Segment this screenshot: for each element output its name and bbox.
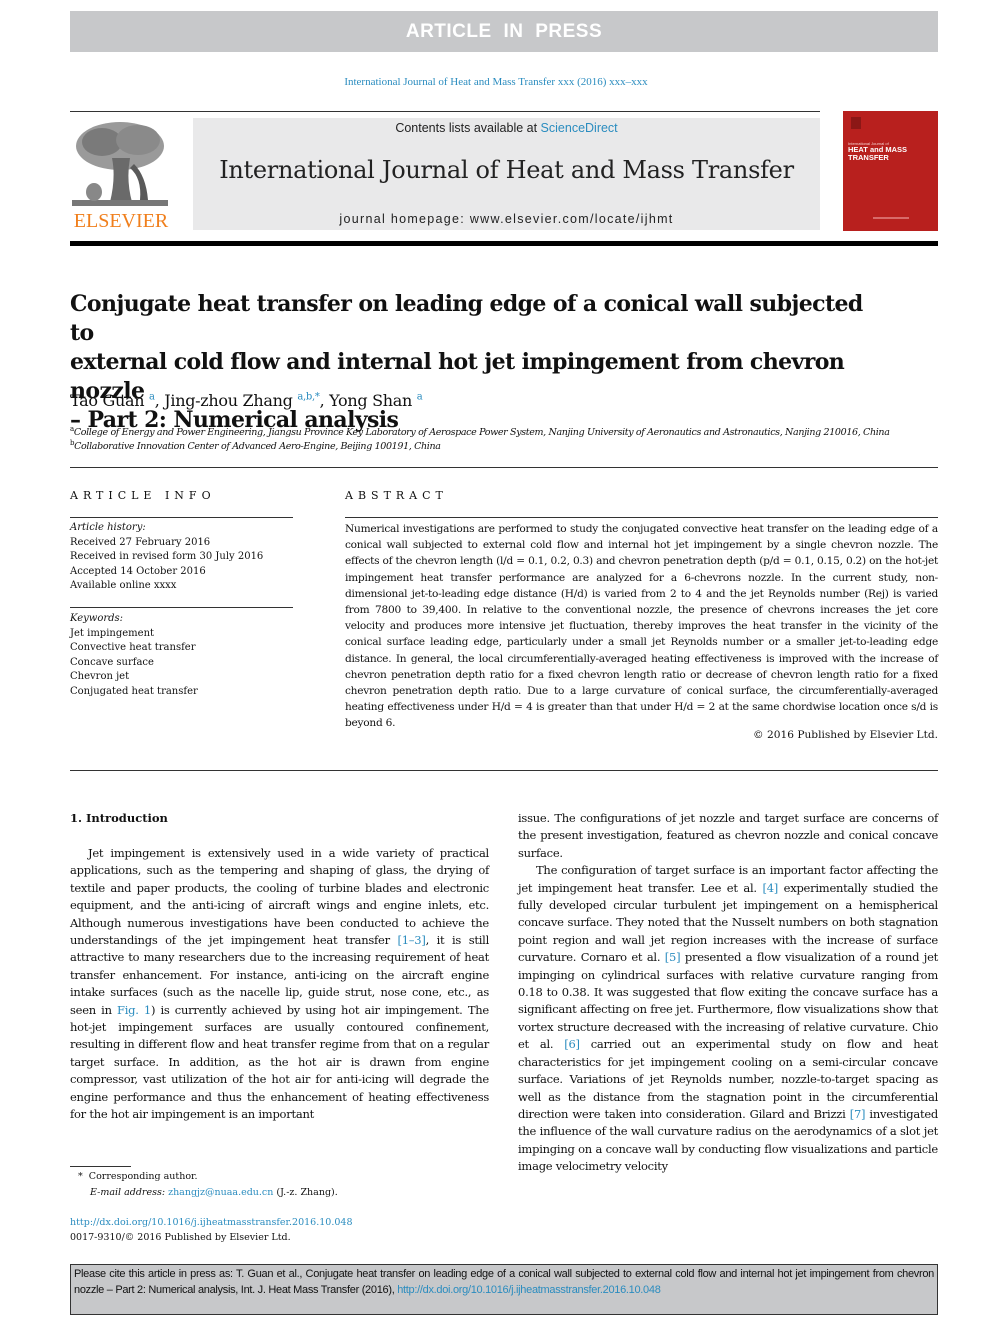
author-name[interactable]: Yong Shan <box>329 391 412 410</box>
intro-paragraph-1: Jet impingement is extensively used in a… <box>70 845 489 1124</box>
homepage-prefix: journal homepage: <box>339 212 470 226</box>
history-item: Available online xxxx <box>70 580 177 591</box>
keywords-divider <box>70 607 293 608</box>
author-name[interactable]: Tao Guan <box>70 391 145 410</box>
journal-reference-link[interactable]: International Journal of Heat and Mass T… <box>0 76 992 88</box>
abstract-copyright: © 2016 Published by Elsevier Ltd. <box>753 729 938 741</box>
history-item: Received 27 February 2016 <box>70 536 211 548</box>
citation-link[interactable]: [4] <box>762 881 778 895</box>
elsevier-logo[interactable]: ELSEVIER <box>70 118 172 232</box>
citation-link[interactable]: [5] <box>665 950 681 964</box>
keyword-item: Chevron jet <box>70 671 130 682</box>
issn-copyright: 0017-9310/© 2016 Published by Elsevier L… <box>70 1232 291 1243</box>
author-list: Tao Guan a, Jing-zhou Zhang a,b,*, Yong … <box>70 391 423 410</box>
journal-homepage: journal homepage: www.elsevier.com/locat… <box>193 212 820 226</box>
affiliation-a: aCollege of Energy and Power Engineering… <box>70 425 890 438</box>
cover-title: HEAT and MASS TRANSFER <box>848 146 907 162</box>
citation-link[interactable]: [1–3] <box>397 933 425 947</box>
abstract-bottom-divider <box>70 770 938 771</box>
intro-paragraph-2: The configuration of target surface is a… <box>518 862 938 1175</box>
affiliation-divider <box>70 467 938 468</box>
article-history-label: Article history: <box>70 522 146 533</box>
body-column-left: Jet impingement is extensively used in a… <box>70 845 489 1124</box>
contents-line: Contents lists available at ScienceDirec… <box>193 121 820 135</box>
homepage-url-link[interactable]: www.elsevier.com/locate/ijhmt <box>470 212 674 226</box>
affiliation-text: College of Energy and Power Engineering,… <box>73 427 890 439</box>
email-note: E-mail address: zhangjz@nuaa.edu.cn (J.-… <box>90 1187 338 1198</box>
author-affiliation-marker[interactable]: a,b,* <box>297 392 320 403</box>
article-info-divider <box>70 517 293 518</box>
sciencedirect-link[interactable]: ScienceDirect <box>541 121 618 135</box>
elsevier-wordmark: ELSEVIER <box>73 210 169 232</box>
keywords-block: Keywords: Jet impingement Convective hea… <box>70 612 198 699</box>
citation-link[interactable]: [7] <box>850 1107 866 1121</box>
affiliation-b: bCollaborative Innovation Center of Adva… <box>70 439 441 452</box>
footnote-star: * <box>78 1171 83 1182</box>
body-column-right: issue. The configurations of jet nozzle … <box>518 810 938 1176</box>
doi-link[interactable]: http://dx.doi.org/10.1016/j.ijheatmasstr… <box>70 1217 353 1228</box>
header-divider <box>70 111 820 112</box>
history-item: Received in revised form 30 July 2016 <box>70 551 264 562</box>
article-info-heading: ARTICLE INFO <box>70 489 216 502</box>
corresponding-author-note: * Corresponding author. <box>78 1171 198 1182</box>
author-name[interactable]: Jing-zhou Zhang <box>164 391 293 410</box>
keyword-item: Jet impingement <box>70 627 155 639</box>
keyword-item: Convective heat transfer <box>70 642 196 653</box>
figure-link[interactable]: Fig. 1 <box>117 1003 151 1017</box>
masthead-thick-divider <box>70 241 938 246</box>
email-label: E-mail address: <box>90 1187 166 1198</box>
abstract-heading: ABSTRACT <box>345 489 448 502</box>
keyword-item: Concave surface <box>70 656 154 668</box>
journal-title: International Journal of Heat and Mass T… <box>219 156 794 184</box>
corresponding-author-label: Corresponding author. <box>88 1171 198 1182</box>
abstract-text: Numerical investigations are performed t… <box>345 523 938 730</box>
banner-text: ARTICLE IN PRESS <box>405 21 603 42</box>
article-history: Article history: Received 27 February 20… <box>70 521 263 594</box>
journal-masthead: Contents lists available at ScienceDirec… <box>193 118 820 230</box>
intro-paragraph-1-continued: issue. The configurations of jet nozzle … <box>518 811 938 860</box>
email-link[interactable]: zhangjz@nuaa.edu.cn <box>168 1187 273 1198</box>
citation-link[interactable]: [6] <box>564 1037 580 1051</box>
paragraph-text: Jet impingement is extensively used in a… <box>70 846 489 948</box>
author-separator: , <box>319 391 330 410</box>
contents-prefix: Contents lists available at <box>395 121 541 135</box>
email-suffix: (J.-z. Zhang). <box>273 1187 338 1198</box>
keywords-label: Keywords: <box>70 613 124 624</box>
cover-title-line2: TRANSFER <box>848 153 889 162</box>
footnote-divider <box>70 1166 131 1167</box>
abstract-divider <box>345 517 938 518</box>
introduction-heading: 1. Introduction <box>70 811 168 825</box>
paragraph-text: ) is currently achieved by using hot air… <box>70 1002 489 1122</box>
citation-notice-box: Please cite this article in press as: T.… <box>70 1264 938 1315</box>
affiliation-text: Collaborative Innovation Center of Advan… <box>74 441 441 453</box>
author-affiliation-marker[interactable]: a <box>417 392 423 403</box>
article-in-press-banner: ARTICLE IN PRESS <box>70 11 938 52</box>
cover-emblem-icon <box>851 117 861 129</box>
citation-doi-link[interactable]: http://dx.doi.org/10.1016/j.ijheatmasstr… <box>397 1284 661 1296</box>
cover-footer-mark <box>873 217 909 219</box>
title-line: Conjugate heat transfer on leading edge … <box>70 291 863 346</box>
history-item: Accepted 14 October 2016 <box>70 565 206 577</box>
journal-cover-thumbnail[interactable]: International Journal of HEAT and MASS T… <box>843 111 938 231</box>
keyword-item: Conjugated heat transfer <box>70 685 198 697</box>
article-title: Conjugate heat transfer on leading edge … <box>70 290 870 435</box>
elsevier-tree-icon <box>72 118 168 208</box>
author-separator: , <box>154 391 165 410</box>
